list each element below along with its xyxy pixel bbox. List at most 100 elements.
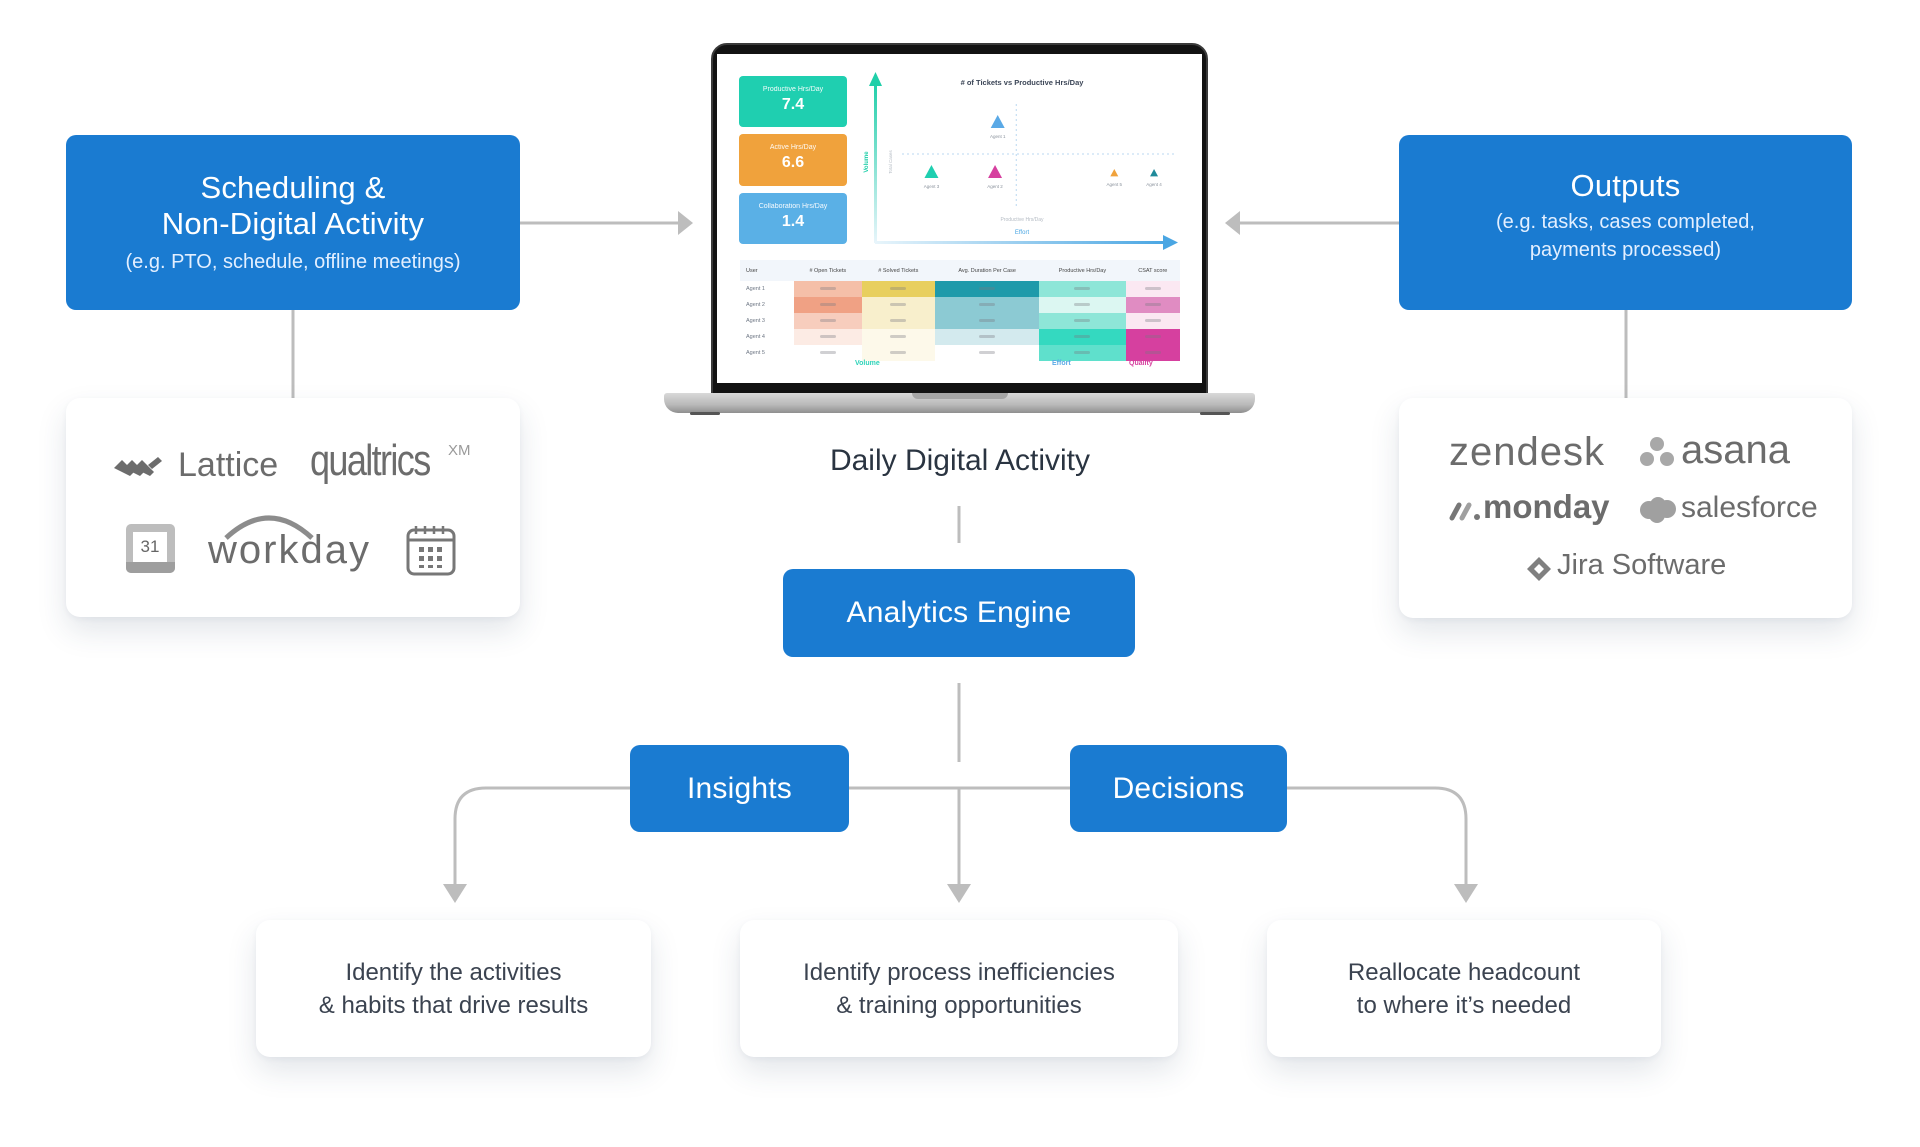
asana-logo-icon bbox=[1640, 437, 1674, 466]
table-row: Agent 2 bbox=[740, 297, 1180, 313]
agent-name-cell: Agent 4 bbox=[746, 334, 765, 340]
table-header-cell: Productive Hrs/Day bbox=[1039, 260, 1126, 281]
x-axis-group-label: Effort bbox=[1015, 230, 1030, 236]
agent-name-cell: Agent 3 bbox=[746, 318, 765, 324]
lattice-logo-icon bbox=[114, 457, 162, 476]
scatter-point-agent-1 bbox=[990, 115, 1005, 128]
monday-logo-text: monday bbox=[1483, 488, 1610, 525]
heatmap-cell bbox=[1039, 329, 1126, 345]
scatter-point-agent-5 bbox=[1110, 169, 1119, 177]
scatter-point-label: Agent 4 bbox=[1146, 182, 1162, 187]
heatmap-cell bbox=[861, 329, 936, 345]
table-header-cell: # Solved Tickets bbox=[861, 260, 936, 281]
qualtrics-logo-text: qualtrics bbox=[310, 436, 431, 485]
laptop-foot bbox=[1200, 412, 1230, 415]
heatmap-cell bbox=[935, 313, 1040, 329]
analytics-engine-label: Analytics Engine bbox=[846, 596, 1072, 629]
group-label-volume: Volume bbox=[855, 360, 880, 367]
scatter-point-label: Agent 2 bbox=[987, 184, 1003, 189]
insights-label: Insights bbox=[687, 771, 792, 805]
insights-box: Insights bbox=[630, 745, 849, 832]
table-header-cell: CSAT score bbox=[1125, 260, 1180, 281]
heatmap-cell bbox=[935, 281, 1040, 297]
heatmap-cell bbox=[861, 345, 936, 361]
zendesk-logo-text: zendesk bbox=[1449, 430, 1605, 474]
scheduling-title-line2: Non-Digital Activity bbox=[161, 205, 425, 241]
arrowhead-right-icon bbox=[678, 211, 693, 235]
table-header-cell: User bbox=[740, 260, 794, 281]
scheduling-source-box: Scheduling & Non-Digital Activity (e.g. … bbox=[66, 135, 520, 310]
scatter-point-agent-4 bbox=[1150, 169, 1159, 177]
heatmap-cell bbox=[1039, 281, 1126, 297]
outputs-subtitle-line1: (e.g. tasks, cases completed, bbox=[1495, 210, 1755, 233]
decisions-label: Decisions bbox=[1112, 771, 1245, 805]
scheduling-title-line1: Scheduling & bbox=[200, 169, 386, 205]
heatmap-cell bbox=[1125, 297, 1180, 313]
monday-logo-icon bbox=[1449, 502, 1480, 521]
heatmap-cell bbox=[794, 329, 862, 345]
heatmap-cell bbox=[794, 297, 862, 313]
chart-title: # of Tickets vs Productive Hrs/Day bbox=[961, 78, 1085, 87]
arrowhead-down-icon bbox=[947, 884, 971, 903]
scatter-point-label: Agent 5 bbox=[1107, 182, 1123, 187]
heatmap-cell bbox=[1125, 345, 1180, 361]
table-header-cell: Avg. Duration Per Case bbox=[935, 260, 1040, 281]
table-row: Agent 5 bbox=[740, 345, 1180, 361]
x-axis-line bbox=[875, 241, 1165, 244]
analytics-engine-box: Analytics Engine bbox=[783, 569, 1135, 657]
heatmap-cell bbox=[1039, 345, 1126, 361]
outputs-title: Outputs bbox=[1570, 167, 1681, 203]
workday-logo-text: workday bbox=[208, 528, 371, 572]
heatmap-cell bbox=[861, 281, 936, 297]
left-branch-line bbox=[453, 786, 630, 886]
group-label-effort: Effort bbox=[1052, 360, 1071, 367]
outcome-card-headcount: Reallocate headcount to where it’s needed bbox=[1267, 920, 1661, 1057]
outcome-card-activities: Identify the activities & habits that dri… bbox=[256, 920, 651, 1057]
scatter-chart: # of Tickets vs Productive Hrs/Day Volum… bbox=[864, 72, 1178, 250]
scheduling-subtitle: (e.g. PTO, schedule, offline meetings) bbox=[125, 250, 461, 273]
laptop-notch bbox=[912, 393, 1008, 399]
x-axis-label: Productive Hrs/Day bbox=[1000, 217, 1044, 223]
arrowhead-left-icon bbox=[1225, 211, 1240, 235]
jira-logo-icon bbox=[1527, 557, 1551, 581]
salesforce-logo-text: salesforce bbox=[1681, 491, 1818, 524]
table-header-cell: # Open Tickets bbox=[794, 260, 862, 281]
scatter-point-label: Agent 1 bbox=[990, 134, 1006, 139]
heatmap-cell bbox=[935, 329, 1040, 345]
heatmap-cell bbox=[794, 313, 862, 329]
scheduling-logos-card: Lattice qualtrics XM 31 workday bbox=[66, 398, 520, 617]
x-axis-arrowhead-icon bbox=[1163, 235, 1178, 250]
arrowhead-down-icon bbox=[443, 884, 467, 903]
heatmap-cell bbox=[794, 281, 862, 297]
y-axis-arrowhead-icon bbox=[869, 72, 882, 86]
heatmap-cell bbox=[861, 297, 936, 313]
outcome-card-inefficiencies: Identify process inefficiencies & trainin… bbox=[740, 920, 1178, 1057]
table-row: Agent 3 bbox=[740, 313, 1180, 329]
jira-software-logo-text: Jira Software bbox=[1557, 549, 1727, 581]
y-axis-group-label: Volume bbox=[864, 151, 870, 173]
agent-name-cell: Agent 5 bbox=[746, 350, 765, 356]
salesforce-cloud-icon bbox=[1640, 497, 1676, 523]
table-row: Agent 1 bbox=[740, 281, 1180, 297]
agent-heatmap-table: User # Open Tickets # Solved Tickets Avg. D… bbox=[740, 260, 1180, 361]
heatmap-cell bbox=[935, 297, 1040, 313]
decisions-box: Decisions bbox=[1070, 745, 1287, 832]
google-calendar-icon: 31 bbox=[126, 524, 175, 573]
heatmap-cell bbox=[1125, 329, 1180, 345]
heatmap-cell bbox=[1125, 313, 1180, 329]
qualtrics-xm-mark: XM bbox=[448, 442, 471, 459]
daily-digital-activity-caption: Daily Digital Activity bbox=[829, 444, 1091, 477]
heatmap-cell bbox=[861, 313, 936, 329]
outputs-logos-card: zendesk asana monday salesforce Jira Sof… bbox=[1399, 398, 1852, 618]
laptop-foot bbox=[690, 412, 720, 415]
dashboard-screen: Productive Hrs/Day 7.4 Active Hrs/Day 6.… bbox=[717, 54, 1202, 383]
agent-name-cell: Agent 1 bbox=[746, 286, 765, 292]
table-row: Agent 4 bbox=[740, 329, 1180, 345]
right-branch-line bbox=[1287, 786, 1468, 886]
calendar-icon bbox=[406, 526, 456, 576]
scatter-point-agent-2 bbox=[988, 165, 1003, 178]
group-label-quality: Quality bbox=[1129, 360, 1153, 367]
lattice-logo-text: Lattice bbox=[178, 446, 279, 484]
scatter-point-label: Agent 3 bbox=[924, 184, 940, 189]
agent-name-cell: Agent 2 bbox=[746, 302, 765, 308]
